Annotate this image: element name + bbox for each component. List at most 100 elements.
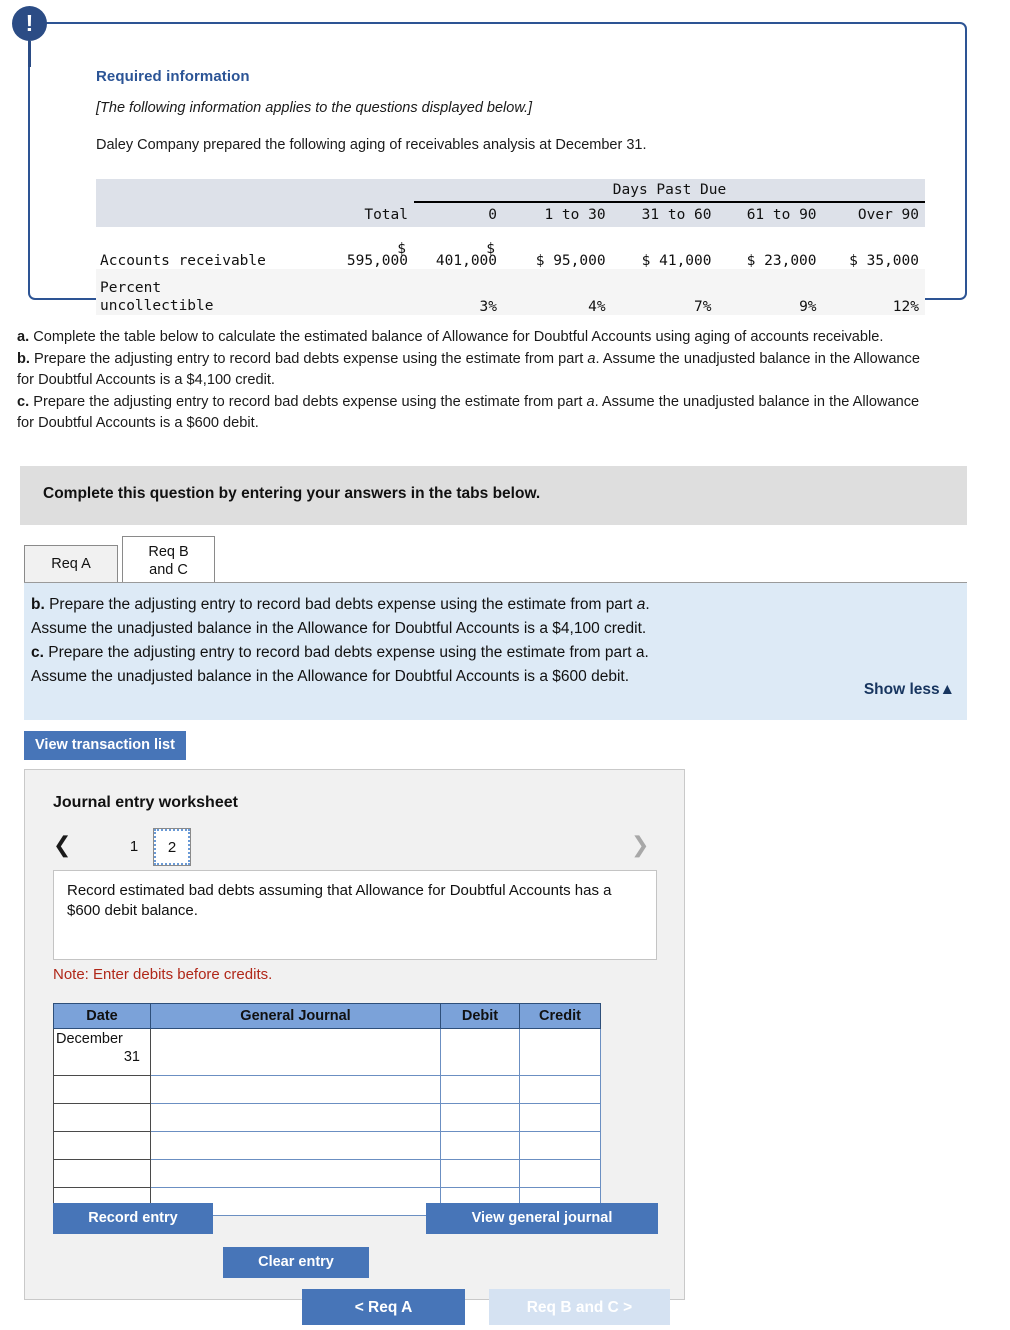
cell-date[interactable]: [53, 1159, 151, 1188]
general-journal-input[interactable]: [151, 1160, 440, 1187]
instruction-panel: b. Prepare the adjusting entry to record…: [24, 583, 967, 720]
column-header-debit: Debit: [440, 1003, 520, 1029]
show-less-toggle[interactable]: Show less▲: [864, 681, 955, 699]
cell-date[interactable]: [53, 1131, 151, 1160]
worksheet-page-2[interactable]: 2: [153, 828, 191, 866]
debit-input[interactable]: [441, 1029, 519, 1075]
cell-general-journal[interactable]: [150, 1103, 441, 1132]
requirement-b-text-1: Prepare the adjusting entry to record ba…: [29, 350, 588, 367]
exclamation-icon: !: [12, 6, 47, 41]
accounts-receivable-row: Accounts receivable $ 595,000 $ 401,000 …: [96, 227, 925, 269]
pct-col-0: 3%: [414, 269, 504, 315]
cell-general-journal[interactable]: [150, 1075, 441, 1104]
debit-input[interactable]: [441, 1132, 519, 1159]
tab-req-a[interactable]: Req A: [24, 545, 118, 583]
tab-req-b-and-c-line-2: and C: [149, 562, 188, 578]
instruction-b-label: b.: [31, 596, 45, 613]
table-row: [53, 1159, 601, 1188]
credit-input[interactable]: [520, 1029, 600, 1075]
chevron-right-icon[interactable]: ❯: [631, 832, 649, 860]
worksheet-pager: ❮ 1 2 ❯: [53, 828, 658, 866]
requirement-b: b. Prepare the adjusting entry to record…: [17, 349, 937, 392]
cell-date[interactable]: [53, 1075, 151, 1104]
cell-general-journal[interactable]: [150, 1159, 441, 1188]
column-header-general-journal: General Journal: [150, 1003, 441, 1029]
cell-general-journal[interactable]: [150, 1028, 441, 1076]
instruction-line-3-text: Prepare the adjusting entry to record ba…: [43, 644, 649, 661]
nav-next-req-b-and-c-button[interactable]: Req B and C >: [489, 1289, 670, 1325]
view-transaction-list-button[interactable]: View transaction list: [24, 731, 186, 760]
cell-credit[interactable]: [519, 1028, 601, 1076]
table-row: [53, 1131, 601, 1160]
credit-input[interactable]: [520, 1132, 600, 1159]
ar-total: $ 595,000: [320, 227, 414, 269]
aging-column-header-row: Total 0 1 to 30 31 to 60 61 to 90 Over 9…: [96, 202, 925, 227]
col-header-61-to-90: 61 to 90: [717, 202, 823, 227]
worksheet-title: Journal entry worksheet: [53, 794, 238, 811]
pct-col-61-to-90: 9%: [717, 269, 823, 315]
cell-debit[interactable]: [440, 1131, 520, 1160]
chevron-left-icon[interactable]: ❮: [53, 832, 71, 860]
credit-input[interactable]: [520, 1076, 600, 1103]
instruction-line-1: b. Prepare the adjusting entry to record…: [31, 593, 931, 617]
pct-total: [320, 269, 414, 315]
instruction-text: b. Prepare the adjusting entry to record…: [31, 593, 931, 689]
cell-credit[interactable]: [519, 1131, 601, 1160]
cell-credit[interactable]: [519, 1159, 601, 1188]
label-line-2: uncollectible: [100, 298, 214, 314]
credit-input[interactable]: [520, 1160, 600, 1187]
credit-input[interactable]: [520, 1104, 600, 1131]
complete-question-banner: Complete this question by entering your …: [20, 466, 967, 525]
instruction-c-label: c.: [31, 644, 44, 661]
cell-debit[interactable]: [440, 1103, 520, 1132]
cell-debit[interactable]: [440, 1075, 520, 1104]
requirement-c-label: c.: [17, 393, 30, 410]
currency-symbol: $: [746, 253, 756, 269]
pct-col-31-to-60: 7%: [611, 269, 718, 315]
view-general-journal-button[interactable]: View general journal: [426, 1203, 658, 1234]
percent-uncollectible-row: Percent uncollectible 3% 4% 7% 9% 12%: [96, 269, 925, 315]
requirement-c-text-1: Prepare the adjusting entry to record ba…: [29, 393, 587, 410]
cell-debit[interactable]: [440, 1028, 520, 1076]
cell-date[interactable]: [53, 1103, 151, 1132]
cell-credit[interactable]: [519, 1103, 601, 1132]
table-row: [53, 1103, 601, 1132]
amount-value: 401,000: [435, 253, 498, 269]
clear-entry-button[interactable]: Clear entry: [223, 1247, 369, 1278]
requirements-list: a. Complete the table below to calculate…: [17, 327, 937, 435]
currency-symbol: $: [535, 253, 545, 269]
days-past-due-header: Days Past Due: [414, 179, 925, 203]
cell-credit[interactable]: [519, 1075, 601, 1104]
pct-col-over-90: 12%: [822, 269, 925, 315]
record-entry-button[interactable]: Record entry: [53, 1203, 213, 1234]
cell-debit[interactable]: [440, 1159, 520, 1188]
ar-col-61-to-90: $ 23,000: [717, 227, 823, 269]
column-header-credit: Credit: [519, 1003, 601, 1029]
requirement-a-label: a.: [17, 329, 30, 345]
general-journal-input[interactable]: [151, 1029, 440, 1075]
tab-req-b-and-c[interactable]: Req B and C: [122, 536, 215, 583]
bottom-navigation: < Req A Req B and C >: [0, 1289, 1010, 1330]
debit-input[interactable]: [441, 1160, 519, 1187]
pct-col-1-to-30: 4%: [503, 269, 612, 315]
worksheet-page-1[interactable]: 1: [115, 828, 153, 866]
nav-prev-req-a-button[interactable]: < Req A: [302, 1289, 465, 1325]
required-information-box: Required information [The following info…: [28, 22, 967, 315]
general-journal-input[interactable]: [151, 1076, 440, 1103]
cell-general-journal[interactable]: [150, 1131, 441, 1160]
debit-input[interactable]: [441, 1104, 519, 1131]
requirement-a: a. Complete the table below to calculate…: [17, 327, 937, 349]
requirement-c: c. Prepare the adjusting entry to record…: [17, 392, 937, 435]
column-header-date: Date: [53, 1003, 151, 1029]
debit-input[interactable]: [441, 1076, 519, 1103]
amount-value: 595,000: [346, 253, 408, 269]
general-journal-input[interactable]: [151, 1104, 440, 1131]
table-row: December 31: [53, 1028, 601, 1076]
col-header-31-to-60: 31 to 60: [611, 202, 718, 227]
requirement-c-italic: a: [586, 393, 595, 410]
currency-symbol: $: [641, 253, 651, 269]
row-label-accounts-receivable: Accounts receivable: [96, 227, 321, 269]
general-journal-input[interactable]: [151, 1132, 440, 1159]
debits-before-credits-note: Note: Enter debits before credits.: [53, 966, 273, 983]
journal-entry-worksheet-panel: Journal entry worksheet ❮ 1 2 ❯ Record e…: [24, 769, 685, 1300]
